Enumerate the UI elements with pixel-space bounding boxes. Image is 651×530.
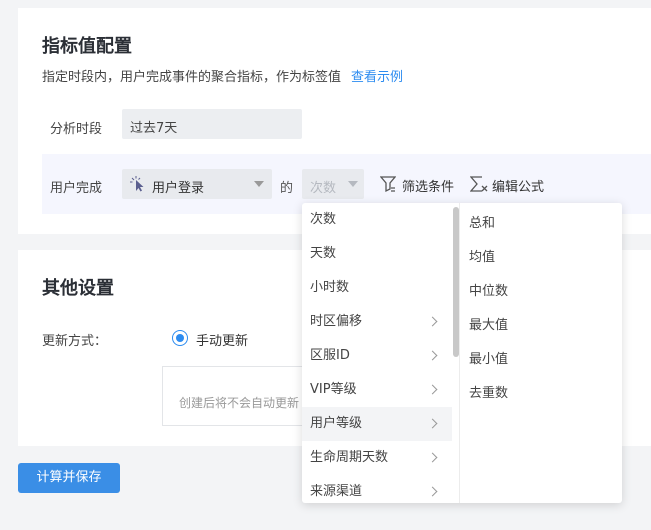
metric-options-list: 次数 天数 小时数 时区偏移 区服ID VIP等级 用户等级 生命周期天数 来源… (302, 203, 460, 503)
metric-option[interactable]: 生命周期天数 (302, 441, 452, 475)
metric-dropdown: 次数 天数 小时数 时区偏移 区服ID VIP等级 用户等级 生命周期天数 来源… (302, 203, 622, 503)
option-label: 天数 (310, 246, 337, 261)
metric-select-placeholder: 次数 (310, 181, 337, 196)
option-label: 时区偏移 (310, 314, 363, 329)
description-text: 指定时段内，用户完成事件的聚合指标，作为标签值 (42, 70, 342, 85)
metric-option[interactable]: 天数 (302, 237, 452, 271)
calculate-and-save-button[interactable]: 计算并保存 (18, 463, 120, 493)
filter-label: 筛选条件 (402, 180, 455, 195)
user-complete-label: 用户完成 (50, 181, 103, 196)
aggregation-option[interactable]: 去重数 (461, 377, 621, 411)
chevron-right-icon (427, 486, 438, 497)
event-select-value: 用户登录 (152, 181, 205, 196)
metric-option[interactable]: 小时数 (302, 271, 452, 305)
filter-icon (380, 176, 396, 193)
event-select[interactable]: 用户登录 (122, 169, 272, 199)
other-settings-title: 其他设置 (42, 278, 114, 299)
chevron-down-icon (254, 181, 264, 187)
metric-option[interactable]: 次数 (302, 203, 452, 237)
metric-option[interactable]: VIP等级 (302, 373, 452, 407)
manual-update-label[interactable]: 手动更新 (196, 330, 248, 349)
sigma-icon (470, 176, 488, 192)
option-label: 来源渠道 (310, 484, 363, 499)
chevron-right-icon (427, 350, 438, 361)
chevron-down-icon (348, 181, 358, 187)
option-label: 生命周期天数 (310, 450, 389, 465)
period-input[interactable]: 过去7天 (122, 109, 302, 139)
metric-option[interactable]: 时区偏移 (302, 305, 452, 339)
view-example-link[interactable]: 查看示例 (351, 70, 403, 85)
aggregation-option[interactable]: 总和 (461, 207, 621, 241)
config-description: 指定时段内，用户完成事件的聚合指标，作为标签值 查看示例 (42, 66, 403, 85)
click-cursor-icon (130, 176, 144, 192)
aggregation-options-list: 总和 均值 中位数 最大值 最小值 去重数 (461, 203, 622, 503)
aggregation-option[interactable]: 最小值 (461, 343, 621, 377)
metric-option[interactable]: 来源渠道 (302, 475, 452, 503)
indicator-config-card: 指标值配置 指定时段内，用户完成事件的聚合指标，作为标签值 查看示例 分析时段 过… (18, 8, 651, 234)
chevron-right-icon (427, 452, 438, 463)
metric-select[interactable]: 次数 (302, 169, 364, 199)
formula-label: 编辑公式 (492, 180, 545, 195)
option-label: 小时数 (310, 280, 350, 295)
period-label: 分析时段 (50, 122, 103, 137)
aggregation-option[interactable]: 均值 (461, 241, 621, 275)
manual-update-radio[interactable] (172, 330, 188, 346)
metric-option[interactable]: 用户等级 (302, 407, 452, 441)
metric-option[interactable]: 区服ID (302, 339, 452, 373)
option-label: 用户等级 (310, 416, 363, 431)
chevron-right-icon (427, 316, 438, 327)
dropdown-scrollbar[interactable] (453, 207, 459, 357)
update-method-label: 更新方式： (42, 334, 108, 349)
option-label: 区服ID (310, 348, 350, 363)
option-label: VIP等级 (310, 382, 357, 397)
update-note-text: 创建后将不会自动更新 (179, 396, 300, 410)
aggregation-option[interactable]: 中位数 (461, 275, 621, 309)
chevron-right-icon (427, 384, 438, 395)
config-title: 指标值配置 (42, 36, 132, 57)
chevron-right-icon (427, 418, 438, 429)
connector-text: 的 (280, 181, 294, 196)
option-label: 次数 (310, 212, 337, 227)
aggregation-option[interactable]: 最大值 (461, 309, 621, 343)
